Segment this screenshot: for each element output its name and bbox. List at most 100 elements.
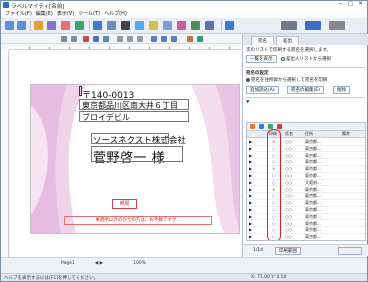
table-row[interactable]: ▶ ○ ○○ 東京都...: [247, 159, 365, 167]
line-icon[interactable]: [197, 36, 203, 42]
table-row[interactable]: ▶ ○ ○○ 東京都...: [247, 221, 365, 228]
app-window: ラベルマイティ[名前] ─ □ ✕ ファイル(F) 編集(E) 表示(V) ツー…: [0, 0, 368, 282]
label-card[interactable]: 〒140-0013 東京都品川区南大井６丁目 ブロイデビル ソースネクスト株式会…: [30, 84, 240, 234]
recipient-option[interactable]: 宛名を住所録から選択して宛名を印刷: [246, 77, 327, 83]
text-button[interactable]: [61, 20, 70, 31]
table-row[interactable]: ▶ ○ ○○ 東京都...: [247, 193, 365, 201]
fill-icon[interactable]: [187, 36, 193, 42]
tab-sender[interactable]: 差出: [276, 36, 299, 45]
underline-icon[interactable]: [137, 36, 143, 42]
layout-button[interactable]: [163, 20, 172, 31]
row-selector: ▶: [249, 159, 253, 165]
add-load-button[interactable]: 追加読込(A): [246, 86, 279, 94]
menu-tools[interactable]: ツール(T): [78, 10, 100, 18]
image-button[interactable]: [47, 20, 56, 31]
redo-icon[interactable]: [71, 36, 77, 42]
address-cell: 東京都...: [305, 200, 321, 206]
forward-button[interactable]: [17, 20, 26, 31]
photo-button[interactable]: [135, 20, 144, 31]
row-selector: ▶: [249, 200, 253, 206]
table-row[interactable]: ▶ ○ ○○ 東京都...: [247, 234, 365, 240]
table-row[interactable]: ▶ ○ ○○ 東京都...: [247, 146, 365, 153]
paste-icon[interactable]: [103, 36, 109, 42]
table-row[interactable]: ▶ × ○○ 東京都...: [247, 166, 365, 173]
table-row[interactable]: ▶ ○ ○○ 東京都...: [247, 173, 365, 180]
bold-icon[interactable]: [117, 36, 123, 42]
remove-row-icon[interactable]: [277, 124, 282, 129]
confidential-stamp[interactable]: 親展: [112, 199, 137, 209]
align-center-icon[interactable]: [161, 36, 167, 42]
maximize-button[interactable]: □: [346, 1, 355, 8]
forward-icon: [17, 21, 26, 30]
table-row[interactable]: ▶ ○ ○○ 大阪府...: [247, 179, 365, 187]
window-title: ラベルマイティ[名前]: [11, 4, 65, 10]
pen-icon: [34, 21, 43, 30]
page-nav-icons[interactable]: ◀ ▶: [95, 261, 103, 266]
barcode-button[interactable]: [121, 20, 130, 31]
menu-edit[interactable]: 編集(E): [36, 10, 53, 18]
panel-tabs: 宛名 差出: [243, 34, 368, 45]
back-button[interactable]: [5, 20, 14, 31]
group-button[interactable]: [205, 20, 214, 31]
address-cell: 東京都...: [305, 152, 321, 158]
save-button[interactable]: [305, 20, 321, 31]
table-button[interactable]: [93, 20, 102, 31]
postal-box-marker: [79, 86, 82, 96]
table-row[interactable]: ▶ ○ ○○ 東京都...: [247, 214, 365, 221]
clip-button[interactable]: [149, 20, 158, 31]
menu-help[interactable]: ヘルプ(H): [104, 10, 127, 18]
align-left-icon[interactable]: [151, 36, 157, 42]
sender-option[interactable]: 差出人リストから選択: [281, 56, 331, 62]
layout-icon: [163, 21, 172, 30]
col-address[interactable]: 住所: [305, 131, 313, 137]
table-row[interactable]: ▶ × ○○ 東京都...: [247, 139, 365, 146]
table-row[interactable]: ▶ ○ ○○ 東京都...: [247, 200, 365, 207]
page-label[interactable]: Page1: [61, 261, 75, 266]
zoom-level[interactable]: 100%: [133, 261, 146, 266]
row-selector: ▶: [249, 152, 253, 158]
tab-recipient[interactable]: 宛名: [251, 36, 274, 45]
copy-icon[interactable]: [93, 36, 99, 42]
row-selector: ▶: [249, 179, 253, 185]
menu-view[interactable]: 表示(V): [57, 10, 74, 18]
settings-button[interactable]: [329, 20, 345, 31]
table-row[interactable]: ▶ ○ ○○ 東京都...: [247, 227, 365, 235]
print-range-button[interactable]: 印刷範囲: [275, 247, 301, 255]
address-panel: 宛名 差出 次のリストで印刷する宛名を選択します。 一覧を表示 差出人リストから…: [242, 34, 368, 257]
align-button[interactable]: [191, 20, 200, 31]
list-header: 印刷 氏名 住所 備考: [247, 131, 365, 138]
menu-file[interactable]: ファイル(F): [5, 10, 32, 18]
edit-address-button[interactable]: 宛名の編集(E): [287, 86, 324, 94]
align-right-icon[interactable]: [171, 36, 177, 42]
help-button[interactable]: [225, 20, 234, 31]
back-icon: [5, 21, 14, 30]
sort-icon[interactable]: [259, 124, 264, 129]
table-row[interactable]: ▶ ○ ○○ 東京都...: [247, 207, 365, 214]
delete-button[interactable]: 削除: [333, 86, 350, 94]
shape-button[interactable]: [75, 20, 84, 31]
return-notice[interactable]: 事務所以外のかたの方は、お手数ですが...: [64, 216, 212, 225]
minimize-button[interactable]: ─: [336, 1, 345, 8]
table-row[interactable]: ▶ ○ ○○ 東京都...: [247, 152, 365, 160]
close-button[interactable]: ✕: [356, 1, 365, 8]
table-row[interactable]: ▶ × ○○ 東京都...: [247, 187, 365, 194]
frame-button[interactable]: [107, 20, 116, 31]
pen-button[interactable]: [34, 20, 43, 31]
close-panel-button[interactable]: [338, 247, 362, 255]
col-name[interactable]: 氏名: [285, 131, 293, 137]
col-note[interactable]: 備考: [342, 131, 350, 137]
cut-icon[interactable]: [83, 36, 89, 42]
italic-icon[interactable]: [127, 36, 133, 42]
design-canvas[interactable]: 〒140-0013 東京都品川区南大井６丁目 ブロイデビル ソースネクスト株式会…: [10, 50, 241, 257]
panel-body: 次のリストで印刷する宛名を選択します。 一覧を表示 差出人リストから選択 宛名の…: [243, 45, 368, 257]
show-list-button[interactable]: 一覧を表示: [246, 55, 277, 63]
save-icon: [305, 21, 321, 30]
name-cell: ○○: [285, 193, 292, 199]
photo-icon: [135, 21, 144, 30]
print-button[interactable]: [281, 20, 297, 31]
undo-icon[interactable]: [61, 36, 67, 42]
company-field-box: [91, 133, 169, 144]
row-selector: ▶: [249, 234, 253, 240]
color-button[interactable]: [177, 20, 186, 31]
filter-icon[interactable]: [250, 124, 255, 129]
